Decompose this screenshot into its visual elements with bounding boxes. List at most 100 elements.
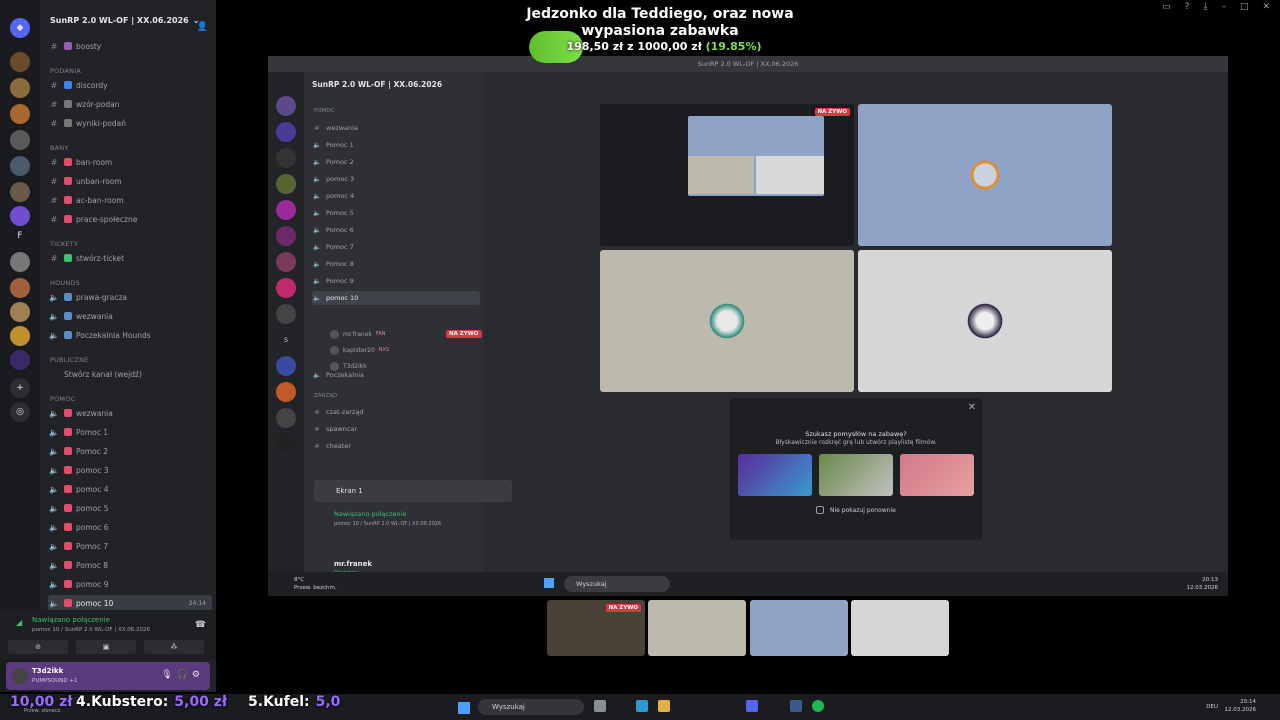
- close-icon[interactable]: ✕: [968, 402, 976, 413]
- folder-icon[interactable]: [658, 700, 670, 712]
- category-header[interactable]: POMOC: [314, 108, 335, 114]
- inbox-icon[interactable]: ▭: [1162, 2, 1171, 12]
- stream-thumbnail[interactable]: NA ŻYWO: [547, 600, 645, 656]
- dont-show-checkbox[interactable]: Nie pokazuj ponownie: [816, 506, 896, 514]
- channel-item[interactable]: 🔈 Pomoc 1: [312, 138, 480, 152]
- channel-item[interactable]: # wyniki-podań: [48, 115, 212, 131]
- server-icon-f[interactable]: F: [10, 226, 30, 246]
- channel-item[interactable]: 🔈 Pomoc 8: [312, 257, 480, 271]
- server-header[interactable]: SunRP 2.0 WL-OF | XX.06.2026 ⌄ 👤: [40, 0, 216, 40]
- server-icon[interactable]: [276, 226, 296, 246]
- stream-taskbar-search[interactable]: Wyszukaj: [564, 576, 670, 592]
- channel-item[interactable]: 🔈 pomoc 4: [312, 189, 480, 203]
- category-header[interactable]: TICKETY: [50, 240, 78, 248]
- minimize-icon[interactable]: –: [1221, 2, 1226, 12]
- add-server-icon[interactable]: +: [10, 378, 30, 398]
- channel-item[interactable]: 🔈 pomoc 3: [48, 462, 212, 478]
- channel-item[interactable]: 🔈 Pomoc 8: [48, 557, 212, 573]
- channel-item[interactable]: # wzór-podan: [48, 96, 212, 112]
- stream-tile-user[interactable]: [858, 250, 1112, 392]
- stream-thumbnail[interactable]: [750, 600, 848, 656]
- channel-item[interactable]: # spawncar: [312, 422, 480, 436]
- category-header[interactable]: PODANIA: [50, 67, 81, 75]
- channel-item[interactable]: 🔈 pomoc 10: [312, 291, 480, 305]
- server-icon[interactable]: [276, 200, 296, 220]
- activity-card[interactable]: [738, 454, 812, 496]
- server-icon[interactable]: [10, 206, 30, 226]
- voice-channel-name[interactable]: pomoc 10 / SunRP 2.0 WL-OF | XX.06.2026: [32, 627, 150, 633]
- voice-member[interactable]: mr.franek FAN NA ŻYWO: [330, 328, 482, 340]
- server-icon[interactable]: [10, 302, 30, 322]
- server-icon[interactable]: [276, 122, 296, 142]
- channel-item[interactable]: # stwórz-ticket: [48, 250, 212, 266]
- server-icon[interactable]: [10, 156, 30, 176]
- windows-start-icon[interactable]: [544, 578, 554, 588]
- server-icon[interactable]: [276, 148, 296, 168]
- channel-item[interactable]: 🔈 Pomoc 7: [48, 538, 212, 554]
- channel-item[interactable]: # unban-room: [48, 173, 212, 189]
- category-header[interactable]: ZARZĄD: [314, 393, 337, 399]
- discord-icon[interactable]: [746, 700, 758, 712]
- add-member-icon[interactable]: 👤: [197, 22, 208, 32]
- voice-member[interactable]: kapister20 NXS: [330, 344, 389, 356]
- steam-icon[interactable]: [790, 700, 802, 712]
- channel-item[interactable]: 🔈 prawa-gracza: [48, 289, 212, 305]
- channel-item[interactable]: 🔈 Pomoc 7: [312, 240, 480, 254]
- activity-card[interactable]: [819, 454, 893, 496]
- activity-card[interactable]: [900, 454, 974, 496]
- discord-home-icon[interactable]: ◆: [10, 18, 30, 38]
- channel-item[interactable]: # boosty: [48, 38, 212, 54]
- language-indicator[interactable]: DEU: [1206, 704, 1218, 710]
- screen-share-button[interactable]: ▣: [76, 640, 136, 654]
- taskbar-search[interactable]: Wyszukaj: [478, 699, 584, 715]
- server-icon[interactable]: [10, 182, 30, 202]
- voice-member[interactable]: T3d2ikk: [330, 360, 367, 372]
- gear-icon[interactable]: ⚙: [192, 670, 204, 680]
- channel-item[interactable]: # cheater: [312, 439, 480, 453]
- microphone-icon[interactable]: 🎙: [161, 670, 176, 680]
- stream-thumbnail[interactable]: [648, 600, 746, 656]
- category-header[interactable]: PUBLICZNE: [50, 356, 88, 364]
- server-icon[interactable]: [10, 104, 30, 124]
- channel-item[interactable]: 🔈 pomoc 3: [312, 172, 480, 186]
- stream-tile-user[interactable]: [858, 104, 1112, 246]
- channel-item[interactable]: Stwórz kanał (wejdź): [48, 366, 212, 382]
- avatar[interactable]: [12, 668, 28, 684]
- channel-item[interactable]: 🔈 Poczekalnia Hounds: [48, 327, 212, 343]
- channel-item[interactable]: # discordy: [48, 77, 212, 93]
- help-icon[interactable]: ?: [1185, 2, 1190, 12]
- channel-item[interactable]: 🔈 pomoc 5: [48, 500, 212, 516]
- channel-item[interactable]: 🔈 wezwania: [48, 308, 212, 324]
- server-icon[interactable]: [276, 174, 296, 194]
- file-explorer-icon[interactable]: [594, 700, 606, 712]
- server-icon[interactable]: [276, 278, 296, 298]
- server-icon[interactable]: [10, 350, 30, 370]
- channel-item[interactable]: # ac-ban-room: [48, 192, 212, 208]
- server-icon[interactable]: [10, 52, 30, 72]
- checkbox-box[interactable]: [816, 506, 824, 514]
- headphones-icon[interactable]: 🎧: [177, 670, 192, 680]
- edge-icon[interactable]: [636, 700, 648, 712]
- channel-item[interactable]: 🔈 pomoc 4: [48, 481, 212, 497]
- channel-item[interactable]: 🔈 Pomoc 6: [312, 223, 480, 237]
- camera-off-button[interactable]: ⊘: [8, 640, 68, 654]
- channel-item[interactable]: # ban-room: [48, 154, 212, 170]
- channel-item[interactable]: 🔈 pomoc 9: [48, 576, 212, 592]
- stream-server-name[interactable]: SunRP 2.0 WL-OF | XX.06.2026: [312, 80, 442, 89]
- server-icon[interactable]: [276, 382, 296, 402]
- channel-item[interactable]: 🔈 wezwania: [48, 405, 212, 421]
- activities-button[interactable]: ⁂: [144, 640, 204, 654]
- channel-item[interactable]: 🔈 Pomoc 9: [312, 274, 480, 288]
- channel-item[interactable]: 🔈 Pomoc 1: [48, 424, 212, 440]
- server-icon[interactable]: [276, 408, 296, 428]
- download-icon[interactable]: ⤓: [1203, 2, 1207, 12]
- channel-item[interactable]: # prace-społeczne: [48, 211, 212, 227]
- server-icon[interactable]: [276, 252, 296, 272]
- category-header[interactable]: POMOC: [50, 395, 75, 403]
- server-icon[interactable]: [276, 304, 296, 324]
- server-icon[interactable]: [10, 130, 30, 150]
- channel-item[interactable]: # czat-zarząd: [312, 405, 480, 419]
- server-icon[interactable]: [10, 78, 30, 98]
- stream-tile-screen[interactable]: NA ŻYWO: [600, 104, 854, 246]
- channel-item[interactable]: 🔈 Pomoc 2: [312, 155, 480, 169]
